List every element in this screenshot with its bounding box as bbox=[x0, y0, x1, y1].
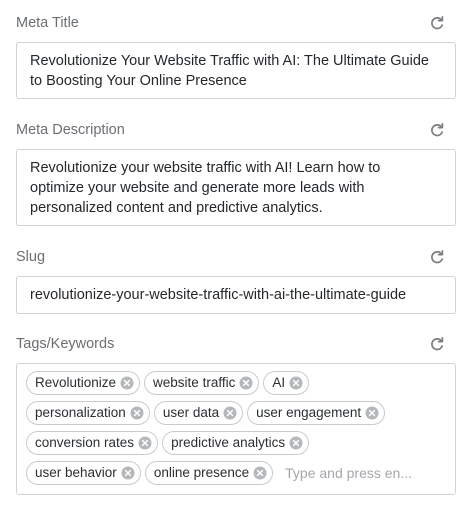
tag-label: user engagement bbox=[256, 405, 362, 420]
tag-remove-button[interactable] bbox=[138, 436, 152, 450]
tag-chip: user engagement bbox=[247, 401, 386, 425]
close-circle-icon bbox=[253, 466, 267, 480]
tags-row: Revolutionize website traffic AI bbox=[26, 371, 447, 395]
tags-field[interactable]: Revolutionize website traffic AI persona… bbox=[16, 363, 456, 495]
close-circle-icon bbox=[121, 466, 135, 480]
meta-description-line-2: optimize your website and generate more … bbox=[30, 180, 365, 196]
meta-title-refresh-button[interactable] bbox=[428, 14, 446, 32]
meta-title-line-1: Revolutionize Your Website Traffic with … bbox=[30, 53, 429, 69]
tag-remove-button[interactable] bbox=[121, 466, 135, 480]
tag-remove-button[interactable] bbox=[130, 406, 144, 420]
tag-remove-button[interactable] bbox=[253, 466, 267, 480]
tag-input[interactable] bbox=[277, 462, 418, 484]
tag-remove-button[interactable] bbox=[365, 406, 379, 420]
close-circle-icon bbox=[120, 376, 134, 390]
tag-label: user behavior bbox=[35, 465, 117, 480]
meta-description-field[interactable]: Revolutionize your website traffic with … bbox=[16, 149, 456, 226]
close-circle-icon bbox=[289, 436, 303, 450]
tag-remove-button[interactable] bbox=[289, 376, 303, 390]
close-circle-icon bbox=[289, 376, 303, 390]
tag-label: conversion rates bbox=[35, 435, 135, 450]
tag-chip: user data bbox=[153, 401, 244, 425]
close-circle-icon bbox=[138, 436, 152, 450]
tags-refresh-button[interactable] bbox=[428, 335, 446, 353]
meta-title-header: Meta Title bbox=[16, 13, 456, 33]
tag-label: user data bbox=[162, 405, 220, 420]
meta-title-field[interactable]: Revolutionize Your Website Traffic with … bbox=[16, 42, 456, 99]
slug-refresh-button[interactable] bbox=[428, 248, 446, 266]
tag-label: Revolutionize bbox=[35, 375, 117, 390]
tag-chip: website traffic bbox=[144, 371, 260, 395]
refresh-icon bbox=[431, 15, 444, 30]
refresh-icon bbox=[431, 336, 444, 351]
refresh-icon bbox=[431, 122, 444, 137]
tag-remove-button[interactable] bbox=[223, 406, 237, 420]
refresh-icon bbox=[431, 249, 444, 264]
tag-label: personalization bbox=[35, 405, 126, 420]
close-circle-icon bbox=[223, 406, 237, 420]
tag-chip: online presence bbox=[144, 461, 274, 485]
meta-description-header: Meta Description bbox=[16, 120, 456, 140]
tags-row: personalization user data user engagemen… bbox=[26, 401, 447, 425]
tag-label: predictive analytics bbox=[171, 435, 286, 450]
tag-chip: AI bbox=[263, 371, 310, 395]
tag-chip: conversion rates bbox=[26, 431, 159, 455]
meta-description-line-1: Revolutionize your website traffic with … bbox=[30, 160, 381, 176]
slug-label: Slug bbox=[16, 249, 46, 265]
tags-label: Tags/Keywords bbox=[16, 336, 115, 352]
tag-remove-button[interactable] bbox=[289, 436, 303, 450]
tags-header: Tags/Keywords bbox=[16, 334, 456, 354]
slug-field[interactable]: revolutionize-your-website-traffic-with-… bbox=[16, 276, 456, 314]
meta-description-label: Meta Description bbox=[16, 122, 125, 138]
close-circle-icon bbox=[239, 376, 253, 390]
meta-title-label: Meta Title bbox=[16, 15, 79, 31]
slug-value: revolutionize-your-website-traffic-with-… bbox=[30, 287, 407, 303]
tags-container: Revolutionize website traffic AI persona… bbox=[17, 364, 455, 485]
close-circle-icon bbox=[130, 406, 144, 420]
tag-label: AI bbox=[272, 375, 286, 390]
tag-chip: personalization bbox=[26, 401, 150, 425]
tags-row: user behavior online presence bbox=[26, 461, 447, 485]
close-circle-icon bbox=[365, 406, 379, 420]
meta-description-refresh-button[interactable] bbox=[428, 121, 446, 139]
meta-title-line-2: to Boosting Your Online Presence bbox=[30, 73, 247, 89]
tags-row: conversion rates predictive analytics bbox=[26, 431, 447, 455]
tag-chip: Revolutionize bbox=[26, 371, 141, 395]
tag-label: website traffic bbox=[153, 375, 236, 390]
seo-settings-panel: Meta Title Revolutionize Your Website Tr… bbox=[0, 0, 474, 515]
meta-description-line-3: personalized content and predictive anal… bbox=[30, 200, 323, 216]
slug-header: Slug bbox=[16, 247, 456, 267]
tag-remove-button[interactable] bbox=[120, 376, 134, 390]
tag-chip: user behavior bbox=[26, 461, 141, 485]
tag-remove-button[interactable] bbox=[239, 376, 253, 390]
tag-chip: predictive analytics bbox=[162, 431, 310, 455]
tag-label: online presence bbox=[153, 465, 250, 480]
